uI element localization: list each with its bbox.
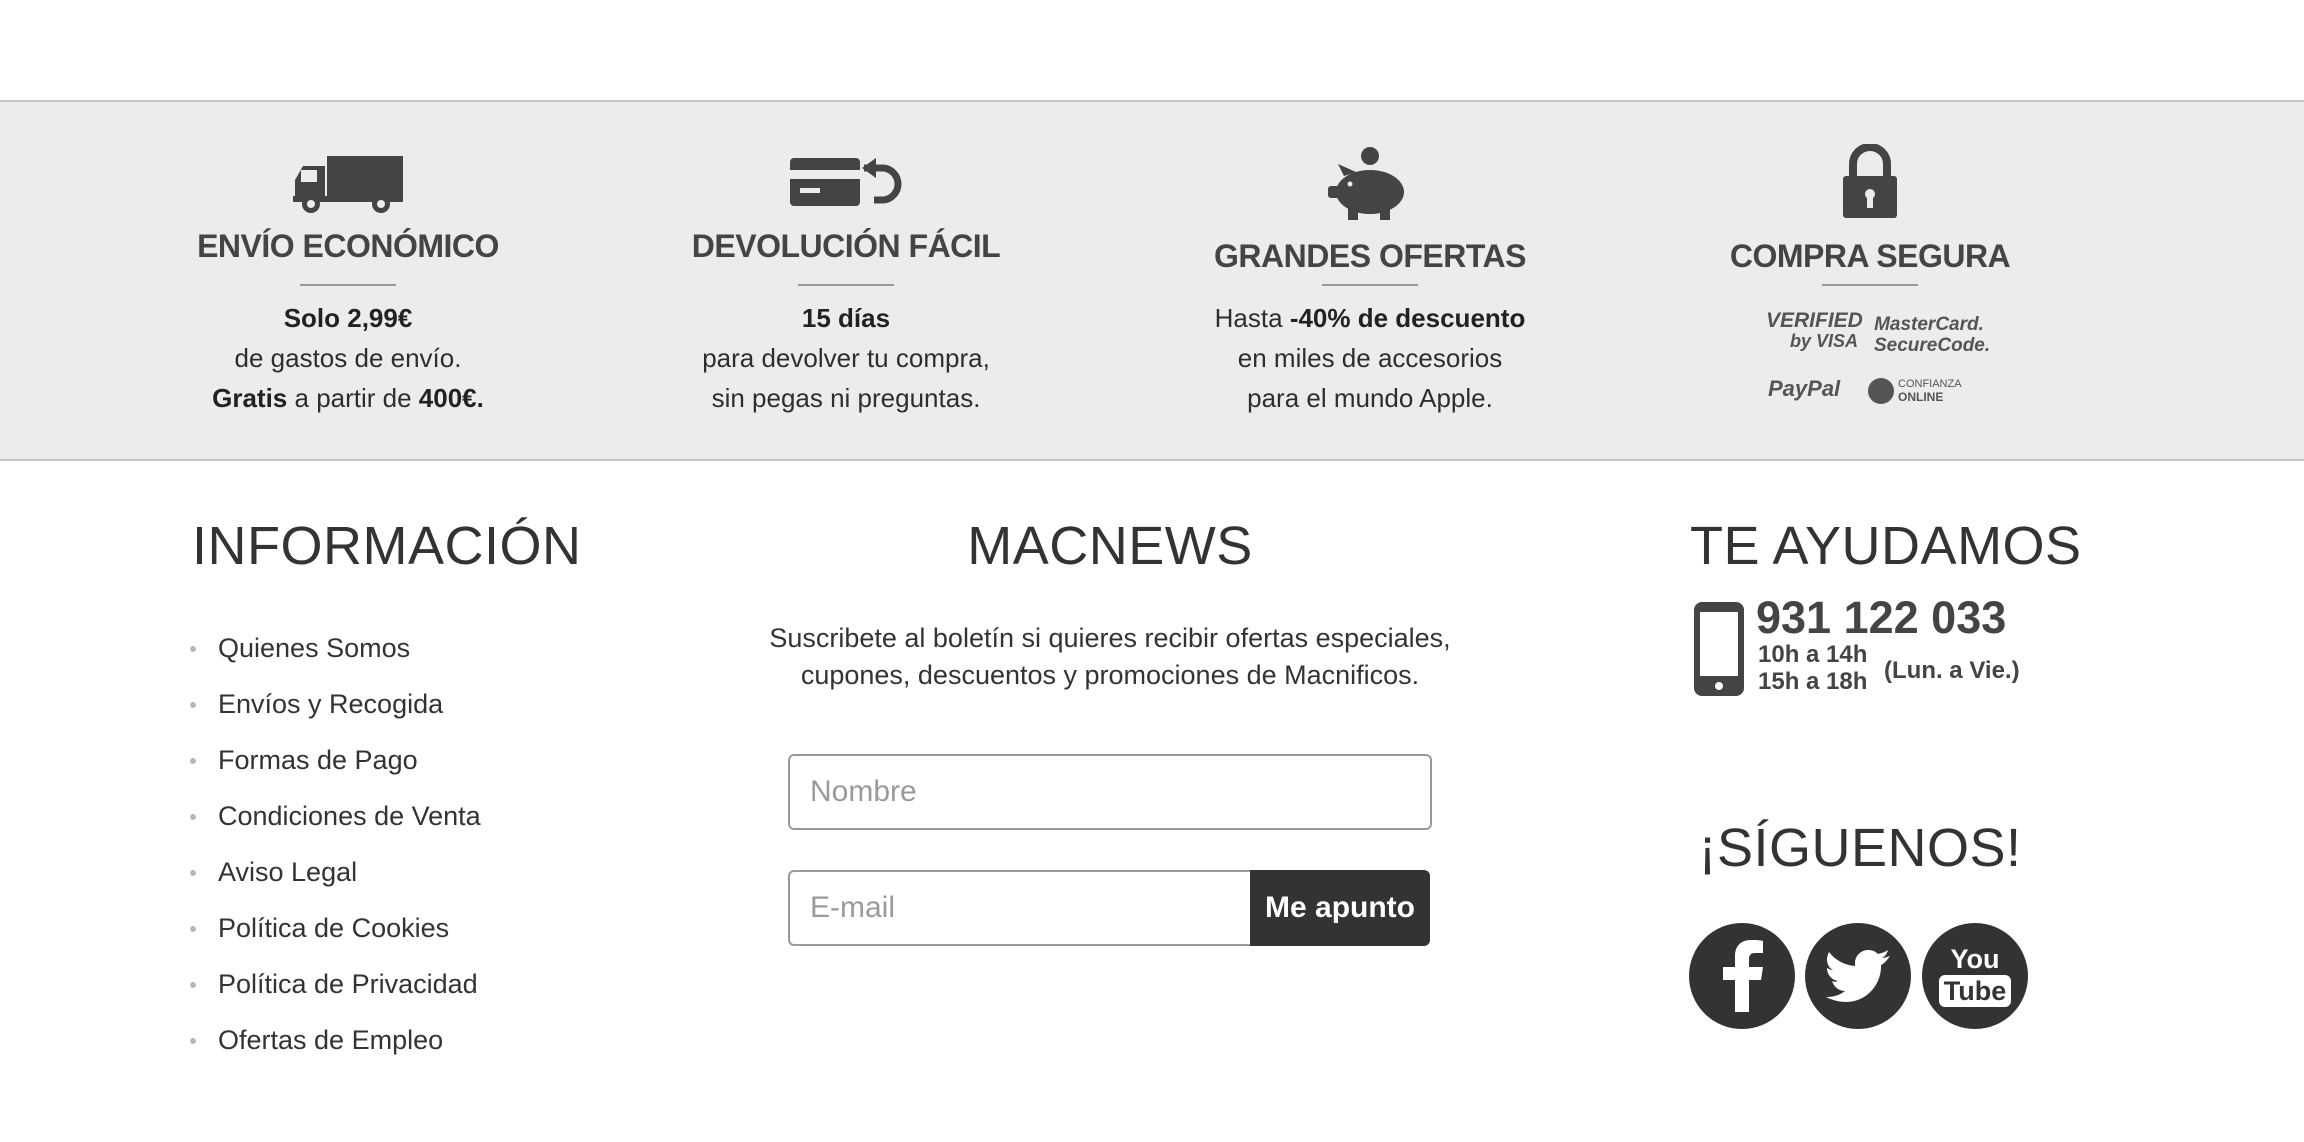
youtube-tube-box: Tube bbox=[1938, 975, 2012, 1007]
info-link-envios[interactable]: Envíos y Recogida bbox=[190, 676, 481, 732]
title-divider bbox=[300, 284, 396, 286]
confianza-online-logo: CONFIANZA ONLINE bbox=[1866, 376, 1986, 408]
facebook-icon[interactable] bbox=[1689, 923, 1795, 1029]
youtube-icon[interactable]: You Tube bbox=[1922, 923, 2028, 1029]
info-link-condiciones[interactable]: Condiciones de Venta bbox=[190, 788, 481, 844]
name-input[interactable] bbox=[788, 754, 1432, 830]
info-title: INFORMACIÓN bbox=[192, 516, 582, 576]
title-divider bbox=[1822, 284, 1918, 286]
days-text: 15 días bbox=[801, 303, 891, 333]
subscribe-button[interactable]: Me apunto bbox=[1250, 870, 1430, 946]
hours-afternoon: 15h a 18h bbox=[1758, 668, 1868, 695]
verified-by-visa-logo: VERIFIED by VISA bbox=[1766, 309, 1863, 351]
info-link-formas-pago[interactable]: Formas de Pago bbox=[190, 732, 481, 788]
feature-title: GRANDES OFERTAS bbox=[1214, 238, 1526, 274]
free-shipping-text: Gratis a partir de 400€. bbox=[212, 383, 484, 413]
feature-description: Solo 2,99€ de gastos de envío. Gratis a … bbox=[128, 298, 568, 418]
days-text: (Lun. a Vie.) bbox=[1884, 657, 2020, 684]
mastercard-securecode-logo: MasterCard. SecureCode. bbox=[1874, 314, 1991, 356]
return-text: para devolver tu compra, bbox=[702, 343, 990, 373]
apple-world-text: para el mundo Apple. bbox=[1247, 383, 1493, 413]
card-return-icon bbox=[626, 158, 1066, 210]
accessories-text: en miles de accesorios bbox=[1237, 343, 1503, 373]
follow-title: ¡SÍGUENOS! bbox=[1698, 818, 2022, 878]
email-input[interactable] bbox=[788, 870, 1252, 946]
price-text: Solo 2,99€ bbox=[283, 303, 413, 333]
truck-icon bbox=[128, 156, 568, 214]
discount-text: Hasta -40% de descuento bbox=[1214, 303, 1526, 333]
piggy-bank-icon bbox=[1150, 146, 1590, 222]
info-link-empleo[interactable]: Ofertas de Empleo bbox=[190, 1012, 481, 1068]
info-link-quienes-somos[interactable]: Quienes Somos bbox=[190, 620, 481, 676]
confianza-seal-icon bbox=[1868, 378, 1894, 404]
title-divider bbox=[1322, 284, 1418, 286]
feature-description: Hasta -40% de descuento en miles de acce… bbox=[1150, 298, 1590, 418]
twitter-icon[interactable] bbox=[1805, 923, 1911, 1029]
features-band: ENVÍO ECONÓMICO Solo 2,99€ de gastos de … bbox=[0, 100, 2304, 461]
info-links-list: Quienes Somos Envíos y Recogida Formas d… bbox=[190, 620, 481, 1068]
newsletter-title: MACNEWS bbox=[967, 516, 1253, 576]
help-title: TE AYUDAMOS bbox=[1690, 516, 2082, 576]
info-link-cookies[interactable]: Política de Cookies bbox=[190, 900, 481, 956]
phone-number[interactable]: 931 122 033 bbox=[1756, 592, 2006, 644]
feature-title: COMPRA SEGURA bbox=[1729, 238, 2011, 274]
phone-icon bbox=[1692, 600, 1746, 703]
shipping-costs-text: de gastos de envío. bbox=[234, 343, 462, 373]
title-divider bbox=[798, 284, 894, 286]
feature-title: DEVOLUCIÓN FÁCIL bbox=[691, 228, 1001, 264]
padlock-icon bbox=[1650, 144, 2090, 220]
info-link-privacidad[interactable]: Política de Privacidad bbox=[190, 956, 481, 1012]
paypal-logo: PayPal bbox=[1768, 376, 1841, 401]
hours-morning: 10h a 14h bbox=[1758, 641, 1868, 668]
info-link-aviso-legal[interactable]: Aviso Legal bbox=[190, 844, 481, 900]
feature-description: 15 días para devolver tu compra, sin peg… bbox=[626, 298, 1066, 418]
newsletter-description: Suscribete al boletín si quieres recibir… bbox=[769, 623, 1451, 690]
feature-title: ENVÍO ECONÓMICO bbox=[197, 228, 499, 264]
no-questions-text: sin pegas ni preguntas. bbox=[711, 383, 981, 413]
